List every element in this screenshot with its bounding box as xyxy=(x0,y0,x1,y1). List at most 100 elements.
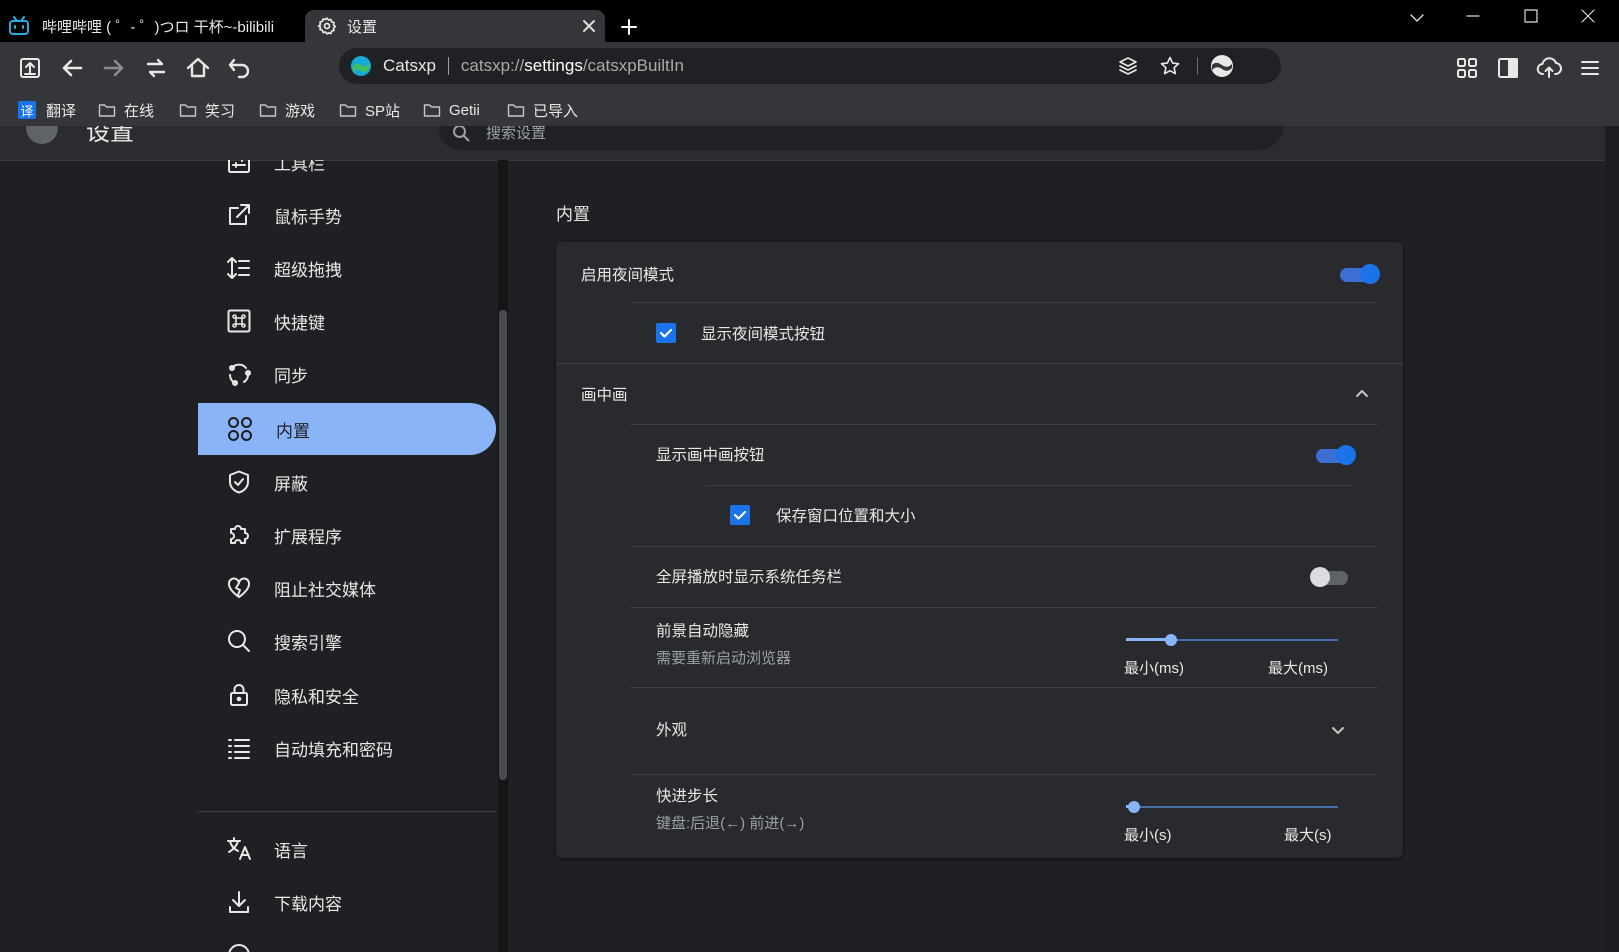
folder-icon xyxy=(179,104,197,117)
bookmark-folder-online[interactable]: 在线 xyxy=(98,98,154,122)
sidebar-item-toolbar[interactable]: 工具栏 xyxy=(198,160,496,188)
gear-icon xyxy=(317,17,337,35)
home-icon[interactable] xyxy=(184,54,212,82)
sidebar-item-search-engine[interactable]: 搜索引擎 xyxy=(198,615,496,667)
sidebar-item-label: 自动填充和密码 xyxy=(274,740,393,760)
bookmark-label: 在线 xyxy=(124,102,155,120)
auto-hide-slider[interactable] xyxy=(1126,632,1338,648)
bookmark-folder-games[interactable]: 游戏 xyxy=(259,98,315,122)
sidebar-item-extensions[interactable]: 扩展程序 xyxy=(198,509,496,561)
bookmark-translate[interactable]: 译 翻译 xyxy=(18,98,76,122)
tab-strip: 哔哩哔哩 ( ゜- ゜)つロ 干杯~-bilibili 设置 xyxy=(0,0,1619,42)
night-mode-toggle[interactable] xyxy=(1338,264,1380,284)
address-bar[interactable]: Catsxp catsxp://settings/catsxpBuiltIn xyxy=(339,48,1281,84)
search-icon xyxy=(453,126,470,142)
sidebar-scrollbar[interactable] xyxy=(498,160,508,952)
layers-icon[interactable] xyxy=(1117,55,1139,77)
builtin-grid-icon xyxy=(228,417,252,441)
sidebar-item-label: 内置 xyxy=(276,421,310,441)
sidebar-item-language[interactable]: 语言 xyxy=(198,823,496,875)
bookmarks-bar: 译 翻译 在线 笑习 游戏 SP站 Getii 已导入 xyxy=(0,94,1619,126)
sidebar-item-partial[interactable] xyxy=(198,929,496,952)
pip-section-title: 画中画 xyxy=(581,387,628,404)
bookmark-label: SP站 xyxy=(365,102,401,120)
sidebar-item-block-social[interactable]: 阻止社交媒体 xyxy=(198,562,496,614)
omnibox-separator xyxy=(447,57,449,75)
tab-title: 哔哩哔哩 ( ゜- ゜)つロ 干杯~-bilibili xyxy=(42,18,275,36)
omnibox-divider xyxy=(1197,57,1198,75)
bookmark-label: Getii xyxy=(449,101,480,119)
sidebar-item-shortcuts[interactable]: 快捷键 xyxy=(198,295,496,347)
sidebar-item-sync[interactable]: 同步 xyxy=(198,348,496,400)
forward-arrow-icon[interactable] xyxy=(100,54,128,82)
sidebar-item-block[interactable]: 屏蔽 xyxy=(198,456,496,508)
close-window-icon[interactable] xyxy=(1573,6,1603,30)
menu-icon[interactable] xyxy=(1576,54,1604,82)
sidebar-item-downloads[interactable]: 下载内容 xyxy=(198,876,496,928)
night-mode-label: 启用夜间模式 xyxy=(581,267,675,284)
sidebar-item-builtin[interactable]: 内置 xyxy=(198,403,496,455)
upload-tray-icon[interactable] xyxy=(16,54,44,82)
back-arrow-icon[interactable] xyxy=(58,54,86,82)
sidebar-item-label: 屏蔽 xyxy=(274,474,308,494)
apps-grid-icon[interactable] xyxy=(1453,54,1481,82)
settings-logo xyxy=(26,126,58,144)
sidebar-nav: 工具栏 鼠标手势 超级拖拽 快捷键 同步 内置 屏蔽 扩展程序 阻止社交媒体 搜… xyxy=(0,160,508,952)
chevron-up-icon[interactable] xyxy=(1354,386,1370,402)
row-divider xyxy=(630,774,1378,775)
sidebar-item-autofill[interactable]: 自动填充和密码 xyxy=(198,722,496,774)
sidebar-item-label: 扩展程序 xyxy=(274,527,342,547)
maximize-icon[interactable] xyxy=(1516,6,1546,30)
slider-knob[interactable] xyxy=(1164,634,1177,646)
command-key-icon xyxy=(227,309,251,333)
cloud-upload-icon[interactable] xyxy=(1535,54,1563,82)
folder-icon xyxy=(259,104,277,117)
sidebar-item-privacy[interactable]: 隐私和安全 xyxy=(198,669,496,721)
sidebar-item-mouse-gestures[interactable]: 鼠标手势 xyxy=(198,189,496,241)
url-text[interactable]: catsxp://settings/catsxpBuiltIn xyxy=(461,56,684,76)
bookmark-folder-sp[interactable]: SP站 xyxy=(339,98,400,122)
slider-knob[interactable] xyxy=(1128,801,1141,813)
tab-bilibili[interactable]: 哔哩哔哩 ( ゜- ゜)つロ 干杯~-bilibili xyxy=(8,10,304,42)
bookmark-folder-imported[interactable]: 已导入 xyxy=(507,98,578,122)
row-divider xyxy=(630,302,1378,303)
toolbar: Catsxp catsxp://settings/catsxpBuiltIn xyxy=(0,42,1619,94)
super-drag-icon xyxy=(227,257,250,279)
catsxp-extension-icon[interactable] xyxy=(1209,54,1235,78)
tab-search-chevron-icon[interactable] xyxy=(1402,6,1432,30)
save-window-checkbox[interactable] xyxy=(730,505,750,525)
seek-step-slider[interactable] xyxy=(1126,799,1338,815)
seek-step-min-label: 最小(s) xyxy=(1124,827,1172,844)
sidebar-item-super-drag[interactable]: 超级拖拽 xyxy=(198,242,496,294)
row-divider xyxy=(630,607,1378,608)
folder-icon xyxy=(423,104,441,117)
sidebar-scrollbar-thumb[interactable] xyxy=(499,310,507,780)
accessibility-icon xyxy=(228,944,250,952)
bookmark-folder-getii[interactable]: Getii xyxy=(423,98,480,122)
save-window-label: 保存窗口位置和大小 xyxy=(776,508,916,525)
show-night-button-checkbox[interactable] xyxy=(656,323,676,343)
row-divider xyxy=(630,687,1378,688)
folder-icon xyxy=(507,104,525,117)
new-tab-icon[interactable] xyxy=(620,18,638,36)
minimize-icon[interactable] xyxy=(1458,6,1488,30)
bookmark-label: 已导入 xyxy=(533,102,579,120)
close-tab-icon[interactable] xyxy=(581,18,597,34)
reload-icon[interactable] xyxy=(142,54,170,82)
undo-icon[interactable] xyxy=(226,54,254,82)
settings-search-box[interactable]: 搜索设置 xyxy=(438,126,1283,150)
bookmark-label: 笑习 xyxy=(205,102,236,120)
side-panel-icon[interactable] xyxy=(1494,54,1522,82)
translate-icon: 译 xyxy=(18,101,36,119)
page-scrollbar[interactable] xyxy=(1605,126,1619,952)
sidebar-item-label: 快捷键 xyxy=(274,313,325,333)
bookmark-star-icon[interactable] xyxy=(1159,55,1181,77)
chevron-down-icon[interactable] xyxy=(1330,722,1346,738)
tab-settings[interactable]: 设置 xyxy=(305,10,605,42)
bookmark-folder-study[interactable]: 笑习 xyxy=(179,98,235,122)
auto-hide-min-label: 最小(ms) xyxy=(1124,660,1184,677)
fullscreen-taskbar-toggle[interactable] xyxy=(1310,567,1350,587)
show-pip-button-toggle[interactable] xyxy=(1314,445,1356,465)
auto-hide-max-label: 最大(ms) xyxy=(1268,660,1328,677)
seek-step-sublabel: 键盘:后退(←) 前进(→) xyxy=(656,815,805,832)
